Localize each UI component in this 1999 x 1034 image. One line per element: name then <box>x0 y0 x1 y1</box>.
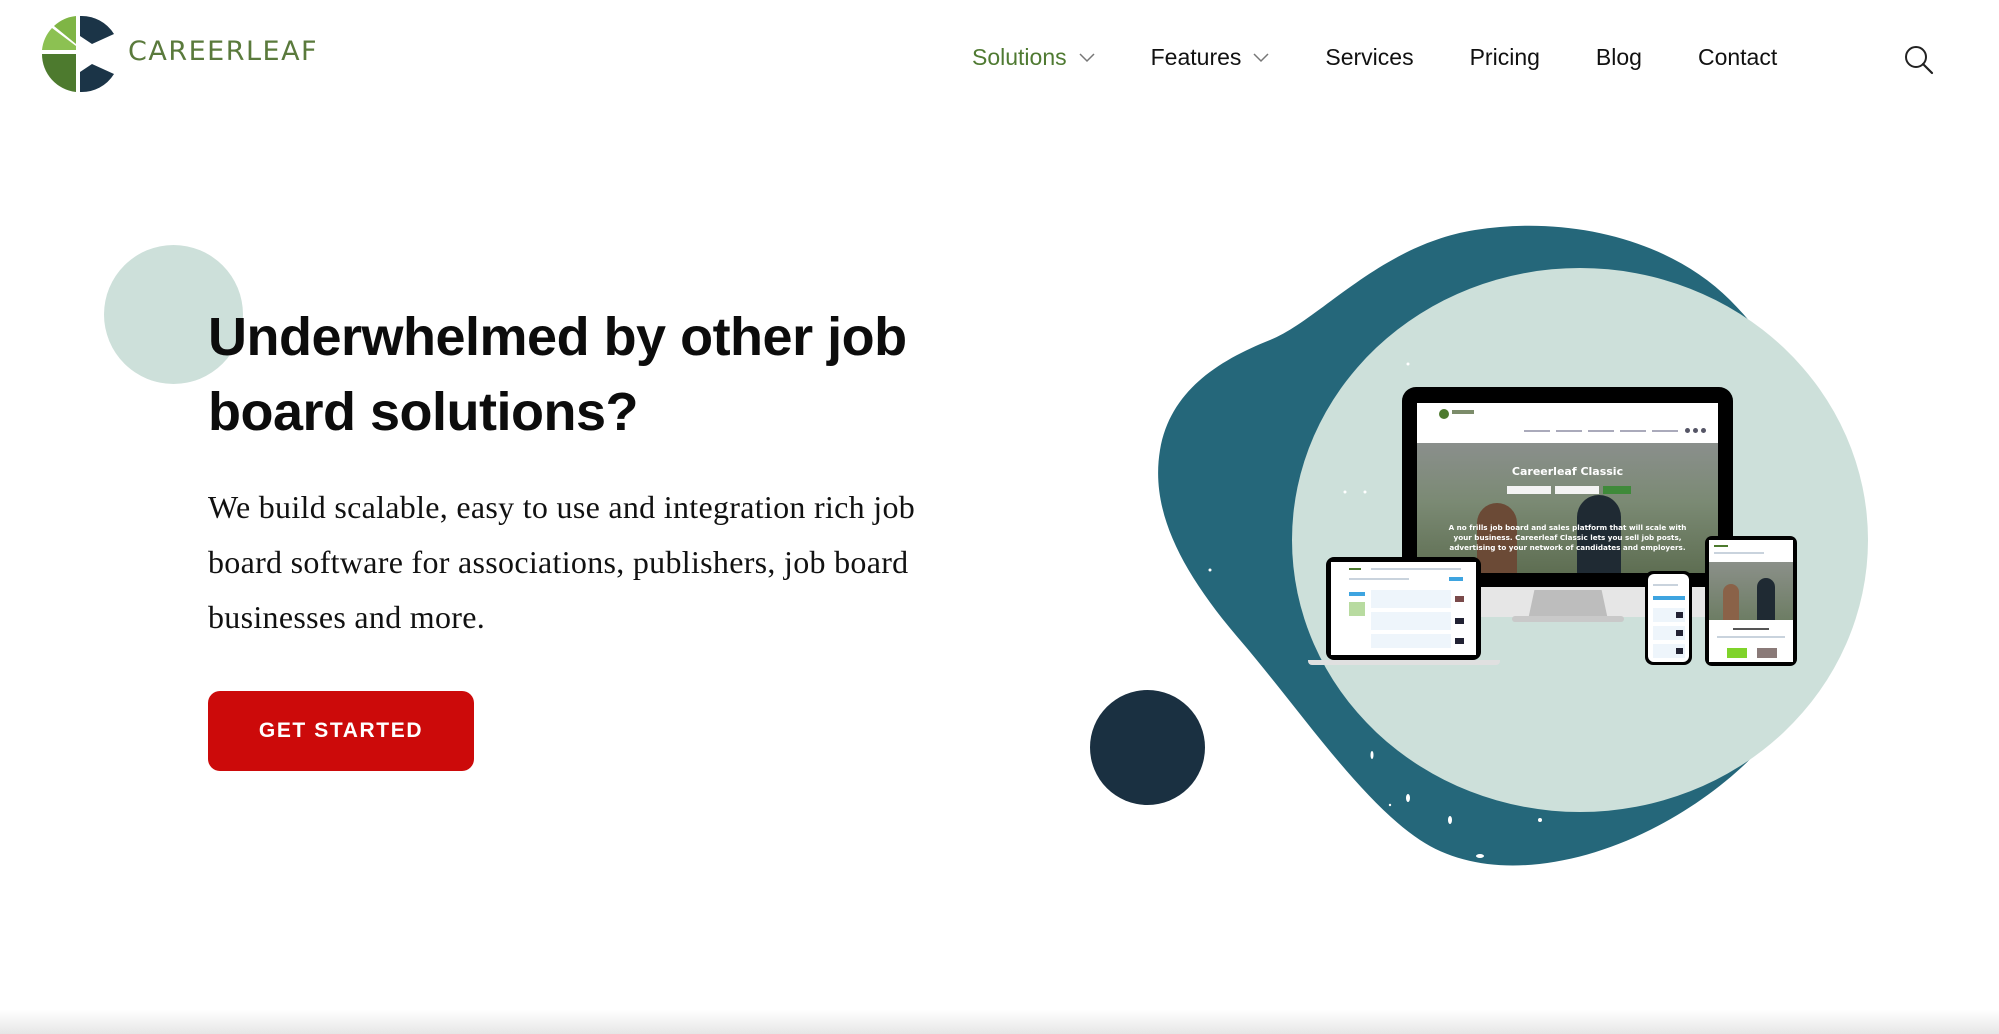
careerleaf-logo-icon <box>41 15 114 93</box>
site-header: CAREERLEAF Solutions Features Services P… <box>0 0 1999 110</box>
mock-hero: Careerleaf Classic A no frills job board… <box>1417 443 1718 573</box>
desktop-screen: Careerleaf Classic A no frills job board… <box>1417 403 1718 573</box>
mock-search-bar <box>1507 486 1631 494</box>
nav-contact[interactable]: Contact <box>1698 44 1777 71</box>
mock-social-icons <box>1685 428 1706 433</box>
mock-nav <box>1524 430 1678 432</box>
hero-title: Underwhelmed by other job board solution… <box>208 307 907 442</box>
section-divider-shadow <box>0 1010 1999 1034</box>
logo-text: CAREERLEAF <box>128 35 319 67</box>
monitor-base <box>1512 616 1624 622</box>
nav-pricing[interactable]: Pricing <box>1470 44 1540 71</box>
search-button[interactable] <box>1903 44 1935 76</box>
nav-solutions[interactable]: Solutions <box>972 44 1095 71</box>
chevron-down-icon <box>1253 52 1269 62</box>
mock-hero-description: A no frills job board and sales platform… <box>1448 523 1687 552</box>
mock-header <box>1417 403 1718 443</box>
search-icon <box>1905 46 1934 75</box>
nav-features-label: Features <box>1150 44 1242 70</box>
hero-description: We build scalable, easy to use and integ… <box>208 489 916 635</box>
logo-link[interactable]: CAREERLEAF <box>40 14 318 94</box>
main-nav: Solutions Features Services Pricing Blog… <box>972 44 1777 71</box>
phone-screen <box>1648 574 1689 662</box>
chevron-down-icon <box>1079 52 1095 62</box>
nav-features[interactable]: Features <box>1151 44 1270 71</box>
decorative-circle-dark <box>1090 690 1205 805</box>
laptop-base <box>1308 660 1500 665</box>
mock-logo-icon <box>1439 409 1449 419</box>
tablet-screen <box>1709 540 1793 662</box>
tablet-mockup <box>1705 536 1797 666</box>
laptop-screen <box>1331 562 1476 655</box>
get-started-button[interactable]: GET STARTED <box>208 691 474 771</box>
phone-mockup <box>1645 571 1692 665</box>
nav-solutions-label: Solutions <box>972 44 1067 70</box>
mock-logo-text <box>1452 410 1474 414</box>
tablet-hero <box>1709 562 1793 620</box>
nav-services[interactable]: Services <box>1325 44 1413 71</box>
nav-blog[interactable]: Blog <box>1596 44 1642 71</box>
laptop-mockup <box>1326 557 1481 660</box>
mock-hero-title: Careerleaf Classic <box>1511 465 1624 478</box>
